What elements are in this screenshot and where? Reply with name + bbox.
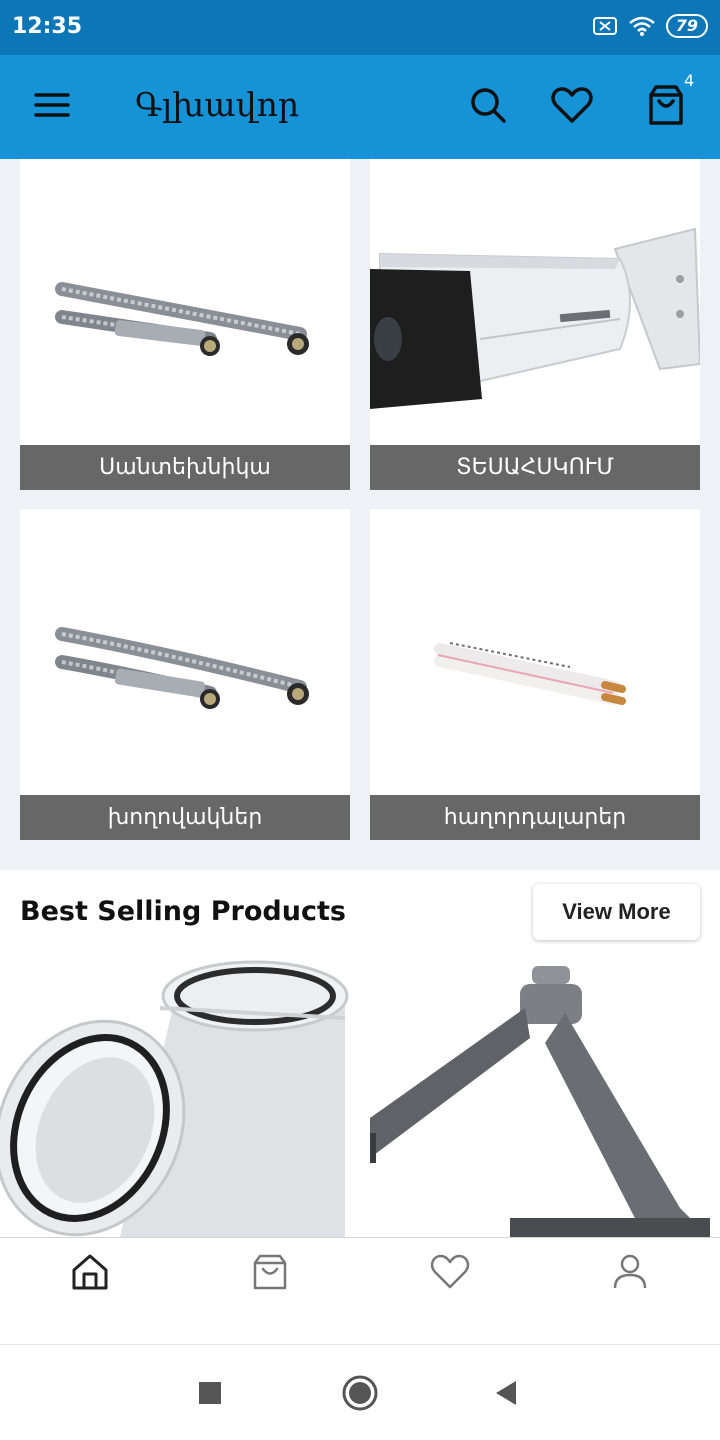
page-title: Գլխավոր [135,85,300,124]
battery-indicator: 79 [665,14,708,38]
category-grid: Սանտեխնիկա ՏԵՍԱՀՍԿՈՒՄ խողովակներ հաղորդա… [0,159,720,870]
wifi-icon [628,16,655,36]
system-navigation-bar [0,1344,720,1440]
category-card-cables[interactable]: հաղորդալարեր [370,509,700,840]
camera-image [370,159,700,445]
best-selling-section: Best Selling Products View More [0,870,720,1237]
cart-icon[interactable] [644,83,688,127]
home-button-icon[interactable] [340,1373,380,1413]
hose-image [20,159,350,445]
category-label: Սանտեխնիկա [20,445,350,490]
back-icon[interactable] [486,1373,526,1413]
category-card-pipes[interactable]: խողովակներ [20,509,350,840]
product-image-door-closer[interactable] [370,958,710,1237]
product-image-pipe-fitting[interactable] [0,958,350,1237]
search-icon[interactable] [468,85,508,125]
heart-icon[interactable] [430,1252,470,1292]
favorites-icon[interactable] [550,85,594,125]
category-card-surveillance[interactable]: ՏԵՍԱՀՍԿՈՒՄ [370,159,700,490]
menu-icon[interactable] [32,85,72,125]
recent-apps-icon[interactable] [190,1373,230,1413]
cart-count-badge: 4 [684,71,695,90]
cable-image [370,509,700,795]
category-label: հաղորդալարեր [370,795,700,840]
status-bar: 12:35 79 [0,0,720,55]
status-time: 12:35 [12,14,83,39]
user-icon[interactable] [610,1252,650,1292]
bottom-navigation [0,1237,720,1344]
status-icons: 79 [592,14,708,38]
view-more-button[interactable]: View More [533,884,700,940]
hose-image [20,509,350,795]
home-icon[interactable] [70,1252,110,1292]
app-bar: Գլխավոր 4 [0,55,720,159]
cart-icon[interactable] [250,1252,290,1292]
category-label: ՏԵՍԱՀՍԿՈՒՄ [370,445,700,490]
section-title: Best Selling Products [20,896,346,927]
category-label: խողովակներ [20,795,350,840]
category-card-plumbing[interactable]: Սանտեխնիկա [20,159,350,490]
notification-icon [592,17,617,35]
